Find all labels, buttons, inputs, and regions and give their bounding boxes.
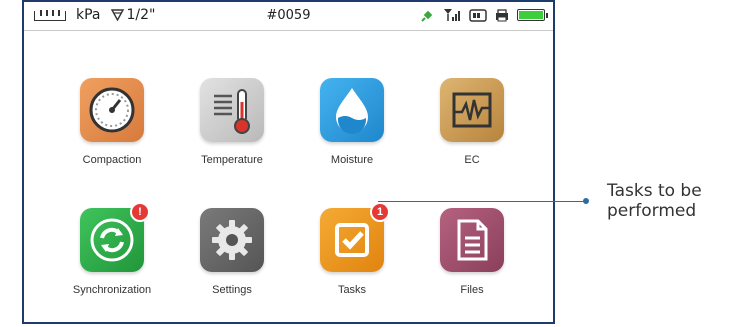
app-compaction[interactable]: Compaction — [52, 78, 172, 166]
document-icon — [457, 219, 488, 261]
task-count-badge: 1 — [370, 202, 390, 222]
water-drop-icon — [336, 88, 368, 134]
app-settings[interactable]: Settings — [172, 208, 292, 296]
thermometer-icon — [214, 89, 250, 134]
gear-icon — [212, 220, 252, 260]
app-label: Files — [460, 284, 484, 296]
callout-line-2: performed — [607, 201, 697, 221]
app-tasks[interactable]: 1 Tasks — [292, 202, 412, 296]
alert-badge: ! — [130, 202, 150, 222]
callout-line-1: Tasks to be — [607, 181, 702, 201]
gauge-icon — [89, 87, 135, 133]
app-synchronization[interactable]: ! Synchronization — [52, 202, 172, 296]
app-label: EC — [464, 154, 480, 166]
ec-wave-icon — [452, 92, 492, 128]
app-files[interactable]: Files — [412, 208, 532, 296]
app-label: Compaction — [82, 154, 142, 166]
app-temperature[interactable]: Temperature — [172, 78, 292, 166]
callout-text: Tasks to be performed — [607, 181, 702, 221]
satellite-icon — [421, 10, 433, 22]
sd-card-icon — [469, 8, 487, 22]
app-label: Settings — [212, 284, 252, 296]
app-label: Tasks — [337, 284, 367, 296]
printer-icon — [496, 8, 508, 21]
callout-dot — [583, 198, 589, 204]
app-label: Temperature — [201, 154, 263, 166]
battery-icon — [517, 9, 548, 21]
app-label: Synchronization — [72, 284, 152, 296]
signal-icon — [444, 9, 460, 21]
callout-line — [378, 201, 586, 202]
app-label: Moisture — [330, 154, 374, 166]
device-screen: kPa 1/2" #0059 Compaction Temperature Mo… — [22, 0, 555, 324]
app-moisture[interactable]: Moisture — [292, 78, 412, 166]
status-bar: kPa 1/2" #0059 — [24, 2, 553, 31]
app-ec[interactable]: EC — [412, 78, 532, 166]
